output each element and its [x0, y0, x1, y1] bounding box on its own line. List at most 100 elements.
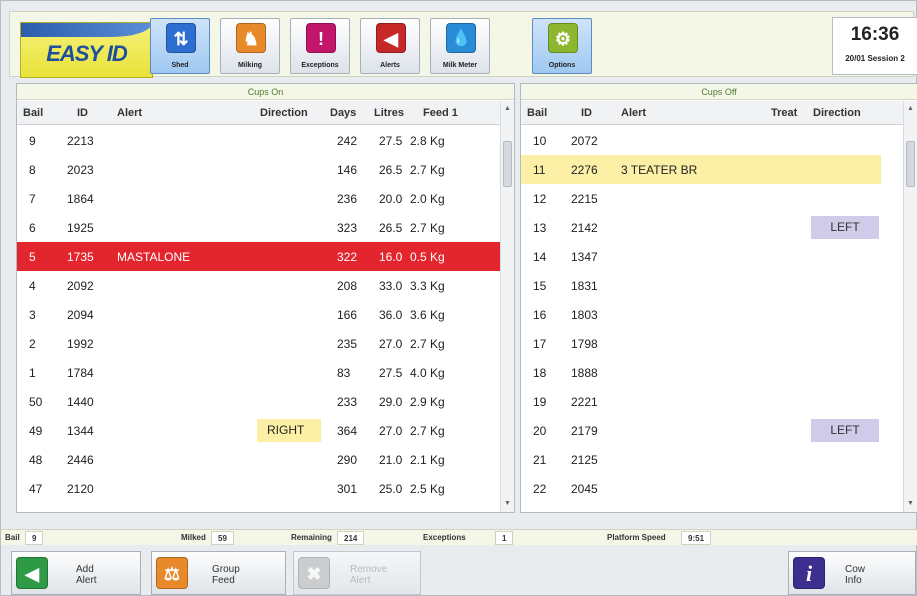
- cell-feed: 2.7 Kg: [410, 424, 445, 438]
- milking-button[interactable]: ♞ Milking: [220, 18, 280, 74]
- table-row[interactable]: 4 2092 208 33.0 3.3 Kg: [17, 271, 501, 300]
- milking-button-label: Milking: [237, 62, 263, 69]
- table-row[interactable]: 17 1798: [521, 329, 881, 358]
- cell-feed: 2.1 Kg: [410, 453, 445, 467]
- cell-id: 2125: [571, 453, 598, 467]
- table-row[interactable]: 9 2213 242 27.5 2.8 Kg: [17, 126, 501, 155]
- cell-bail: 4: [29, 279, 36, 293]
- table-row[interactable]: 19 2221: [521, 387, 881, 416]
- table-row[interactable]: 47 2120 301 25.0 2.5 Kg: [17, 474, 501, 503]
- table-row[interactable]: 49 1344 RIGHT 364 27.0 2.7 Kg: [17, 416, 501, 445]
- col-id: ID: [581, 107, 592, 119]
- cell-id: 2094: [67, 308, 94, 322]
- exceptions-button[interactable]: ! Exceptions: [290, 18, 350, 74]
- cell-id: 1888: [571, 366, 598, 380]
- cell-id: 2092: [67, 279, 94, 293]
- cow-info-button[interactable]: i Cow Info: [788, 551, 916, 595]
- cell-feed: 2.8 Kg: [410, 134, 445, 148]
- cell-feed: 2.0 Kg: [410, 192, 445, 206]
- info-icon: i: [793, 557, 825, 589]
- scroll-down-icon[interactable]: ▼: [904, 500, 917, 512]
- add-alert-button[interactable]: ◀ Add Alert: [11, 551, 141, 595]
- remove-alert-button[interactable]: ✖ Remove Alert: [293, 551, 421, 595]
- status-bail-label: Bail: [5, 533, 20, 542]
- col-direction: Direction: [260, 107, 308, 119]
- cups-off-title: Cups Off: [521, 84, 917, 100]
- cell-alert: 3 TEATER BR: [621, 163, 698, 177]
- cell-litres: 29.0: [379, 395, 403, 409]
- cell-bail: 21: [533, 453, 547, 467]
- status-exceptions-value: 1: [495, 531, 514, 545]
- options-button[interactable]: ⚙ Options: [532, 18, 592, 74]
- cell-id: 1784: [67, 366, 94, 380]
- status-bar: Bail 9 Milked 59 Remaining 214 Exception…: [1, 529, 917, 545]
- cell-bail: 18: [533, 366, 547, 380]
- cell-litres: 36.0: [379, 308, 403, 322]
- group-feed-button[interactable]: ⚖ Group Feed: [151, 551, 286, 595]
- cups-off-scrollbar[interactable]: ▲ ▼: [903, 101, 917, 512]
- table-row-highlighted[interactable]: 11 2276 3 TEATER BR: [521, 155, 881, 184]
- alerts-button[interactable]: ◀ Alerts: [360, 18, 420, 74]
- cell-id: 1803: [571, 308, 598, 322]
- cell-bail: 8: [29, 163, 36, 177]
- cell-id: 1925: [67, 221, 94, 235]
- cell-feed: 2.9 Kg: [410, 395, 445, 409]
- col-alert: Alert: [621, 107, 647, 119]
- cell-days: 323: [337, 221, 358, 235]
- scroll-up-icon[interactable]: ▲: [904, 105, 917, 117]
- table-row[interactable]: 6 1925 323 26.5 2.7 Kg: [17, 213, 501, 242]
- cell-bail: 11: [533, 163, 546, 177]
- cell-id: 1347: [571, 250, 598, 264]
- cell-days: 208: [337, 279, 358, 293]
- status-bail-value: 9: [25, 531, 44, 545]
- cell-days: 235: [337, 337, 358, 351]
- cups-on-scrollbar[interactable]: ▲ ▼: [500, 101, 514, 512]
- top-toolbar: EASY ID ⇅ Shed ♞ Milking ! Exceptions ◀ …: [9, 11, 914, 78]
- cell-bail: 9: [29, 134, 36, 148]
- table-row[interactable]: 18 1888: [521, 358, 881, 387]
- table-row[interactable]: 20 2179 LEFT: [521, 416, 881, 445]
- cell-feed: 3.3 Kg: [410, 279, 445, 293]
- cell-feed: 2.7 Kg: [410, 337, 445, 351]
- cell-bail: 2: [29, 337, 36, 351]
- cell-id: 2215: [571, 192, 598, 206]
- scroll-up-icon[interactable]: ▲: [501, 105, 514, 117]
- col-bail: Bail: [23, 107, 44, 119]
- table-row[interactable]: 10 2072: [521, 126, 881, 155]
- table-row[interactable]: 15 1831: [521, 271, 881, 300]
- clock-session-date: 20/01 Session 2: [845, 54, 905, 63]
- status-remaining-value: 214: [337, 531, 365, 545]
- table-row[interactable]: 12 2215: [521, 184, 881, 213]
- cell-id: 2213: [67, 134, 94, 148]
- table-row[interactable]: 22 2045: [521, 474, 881, 503]
- remove-alert-label: Remove Alert: [350, 564, 388, 586]
- cell-days: 242: [337, 134, 358, 148]
- table-row-alert[interactable]: 5 1735 MASTALONE 322 16.0 0.5 Kg: [17, 242, 501, 271]
- status-milked-label: Milked: [181, 533, 206, 542]
- table-row[interactable]: 14 1347: [521, 242, 881, 271]
- table-row[interactable]: 21 2125: [521, 445, 881, 474]
- status-remaining-label: Remaining: [291, 533, 332, 542]
- cups-on-panel: Cups On Bail ID Alert Direction Days Lit…: [16, 83, 515, 513]
- table-row[interactable]: 16 1803: [521, 300, 881, 329]
- table-row[interactable]: 13 2142 LEFT: [521, 213, 881, 242]
- cell-feed: 2.7 Kg: [410, 163, 445, 177]
- cell-id: 1440: [67, 395, 94, 409]
- scroll-thumb[interactable]: [906, 141, 915, 187]
- milk-meter-button[interactable]: 💧 Milk Meter: [430, 18, 490, 74]
- scroll-down-icon[interactable]: ▼: [501, 500, 514, 512]
- scroll-thumb[interactable]: [503, 141, 512, 187]
- table-row[interactable]: 1 1784 83 27.5 4.0 Kg: [17, 358, 501, 387]
- table-row[interactable]: 7 1864 236 20.0 2.0 Kg: [17, 184, 501, 213]
- table-row[interactable]: 48 2446 290 21.0 2.1 Kg: [17, 445, 501, 474]
- table-row[interactable]: 3 2094 166 36.0 3.6 Kg: [17, 300, 501, 329]
- table-row[interactable]: 2 1992 235 27.0 2.7 Kg: [17, 329, 501, 358]
- cell-litres: 21.0: [379, 453, 403, 467]
- cell-bail: 6: [29, 221, 36, 235]
- status-exceptions-label: Exceptions: [423, 533, 466, 542]
- cell-litres: 27.0: [379, 337, 403, 351]
- logo-swoosh: [21, 23, 152, 37]
- shed-button[interactable]: ⇅ Shed: [150, 18, 210, 74]
- table-row[interactable]: 50 1440 233 29.0 2.9 Kg: [17, 387, 501, 416]
- table-row[interactable]: 8 2023 146 26.5 2.7 Kg: [17, 155, 501, 184]
